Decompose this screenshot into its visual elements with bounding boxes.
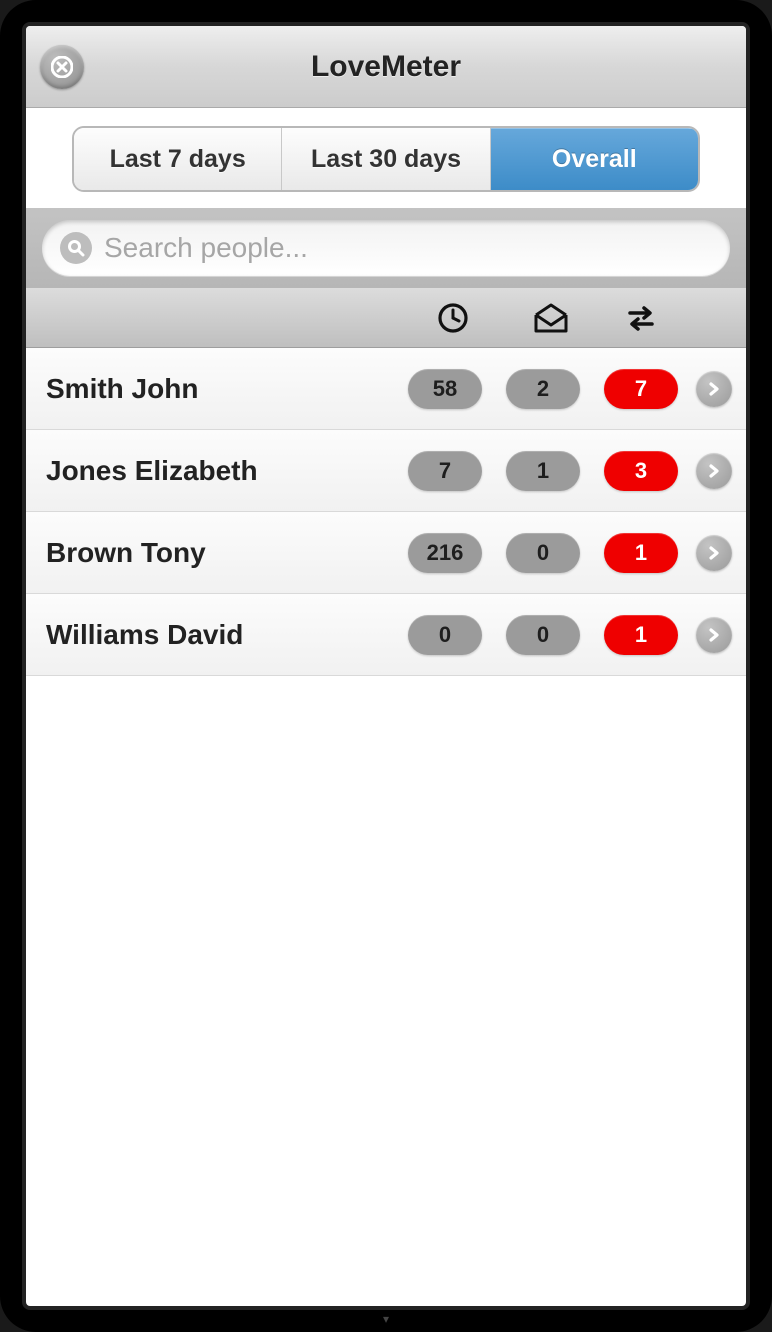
transfer-badge: 1 bbox=[604, 615, 678, 655]
mail-badge: 0 bbox=[506, 533, 580, 573]
chevron-right-icon[interactable] bbox=[696, 535, 732, 571]
tab-label: Last 7 days bbox=[110, 145, 246, 174]
transfer-icon bbox=[626, 304, 656, 332]
transfer-badge: 1 bbox=[604, 533, 678, 573]
tab-label: Last 30 days bbox=[311, 145, 461, 174]
chevron-right-icon[interactable] bbox=[696, 371, 732, 407]
page-title: LoveMeter bbox=[311, 50, 461, 84]
list-item[interactable]: Brown Tony 216 01 bbox=[26, 512, 746, 594]
list-item[interactable]: Smith John 58 27 bbox=[26, 348, 746, 430]
close-icon bbox=[51, 56, 73, 78]
device-indicator: ▾ bbox=[383, 1312, 389, 1326]
tab-overall[interactable]: Overall bbox=[491, 128, 698, 190]
chevron-right-icon[interactable] bbox=[696, 617, 732, 653]
chevron-right-icon[interactable] bbox=[696, 453, 732, 489]
title-bar: LoveMeter bbox=[26, 26, 746, 108]
search-bar bbox=[26, 208, 746, 288]
tab-last-30-days[interactable]: Last 30 days bbox=[282, 128, 490, 190]
time-badge: 7 bbox=[408, 451, 482, 491]
person-name: Jones Elizabeth bbox=[46, 455, 396, 487]
tab-last-7-days[interactable]: Last 7 days bbox=[74, 128, 282, 190]
mail-open-icon bbox=[532, 301, 570, 335]
search-input[interactable] bbox=[104, 232, 712, 264]
search-field[interactable] bbox=[42, 220, 730, 276]
close-button[interactable] bbox=[40, 45, 84, 89]
time-badge: 0 bbox=[408, 615, 482, 655]
mail-badge: 1 bbox=[506, 451, 580, 491]
clock-icon bbox=[436, 301, 470, 335]
column-header-row bbox=[26, 288, 746, 348]
time-badge: 58 bbox=[408, 369, 482, 409]
tab-label: Overall bbox=[552, 145, 637, 174]
search-icon bbox=[60, 232, 92, 264]
person-name: Williams David bbox=[46, 619, 396, 651]
mail-badge: 0 bbox=[506, 615, 580, 655]
mail-badge: 2 bbox=[506, 369, 580, 409]
person-name: Brown Tony bbox=[46, 537, 396, 569]
column-time[interactable] bbox=[404, 301, 502, 335]
transfer-badge: 7 bbox=[604, 369, 678, 409]
transfer-badge: 3 bbox=[604, 451, 678, 491]
list-item[interactable]: Jones Elizabeth 713 bbox=[26, 430, 746, 512]
list-item[interactable]: Williams David001 bbox=[26, 594, 746, 676]
time-badge: 216 bbox=[408, 533, 482, 573]
column-mail[interactable] bbox=[502, 301, 600, 335]
person-name: Smith John bbox=[46, 373, 396, 405]
time-range-tabs: Last 7 days Last 30 days Overall bbox=[26, 108, 746, 208]
people-list: Smith John5827Jones Elizabeth713Brown To… bbox=[26, 348, 746, 676]
column-transfer[interactable] bbox=[600, 304, 682, 332]
